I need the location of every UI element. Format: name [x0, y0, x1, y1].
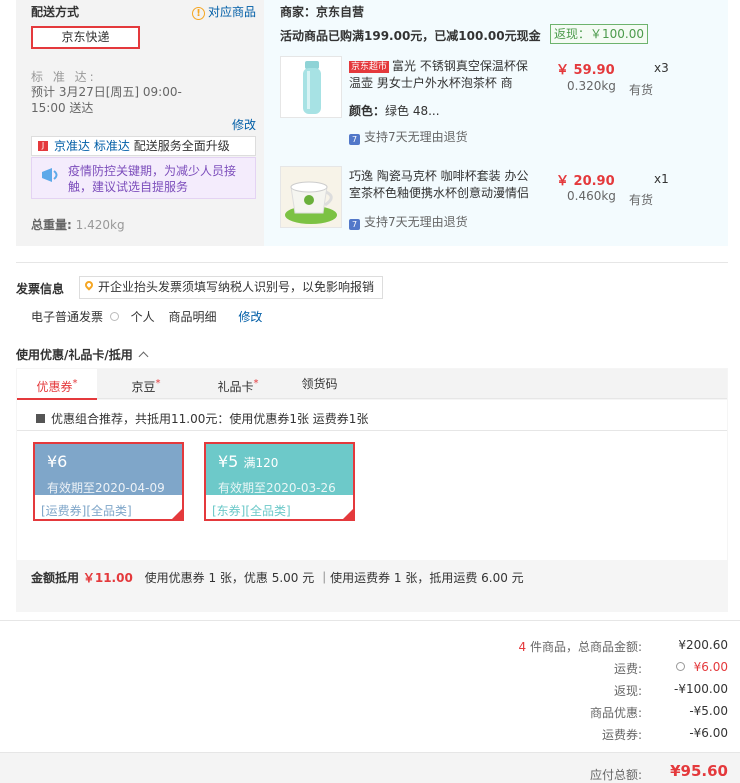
coupon-validity: 有效期至2020-04-09	[47, 481, 165, 495]
tab-gift-card[interactable]: 礼品卡*	[193, 369, 283, 399]
invoice-row: 电子普通发票 个人 商品明细 修改	[31, 308, 262, 325]
coupon-amount: ¥6	[47, 452, 68, 471]
coupon-tabs: 优惠券* 京豆* 礼品卡* 领货码	[17, 369, 727, 400]
coupon-validity: 有效期至2020-03-26	[218, 481, 336, 495]
selected-corner-icon	[171, 508, 183, 520]
return-icon: 7	[349, 219, 360, 230]
rebate-badge: 返现：￥100.00	[550, 24, 648, 44]
epidemic-notice: 疫情防控关键期，为减少人员接触，建议试选自提服务	[31, 157, 256, 199]
coupon-total: 金额抵用 ￥11.00 使用优惠券 1 张，优惠 5.00 元 ｜使用运费券 1…	[31, 571, 524, 585]
item-stock: 有货	[629, 193, 654, 207]
notice-text: 疫情防控关键期，为减少人员接触，建议试选自提服务	[68, 164, 237, 194]
item-weight: 0.460kg	[567, 189, 616, 203]
rebate-value: -¥100.00	[674, 682, 728, 696]
goods-total: ¥200.60	[678, 638, 728, 652]
location-pin-icon	[83, 279, 95, 291]
megaphone-icon	[42, 168, 58, 182]
promo-text: 活动商品已购满199.00元，已减100.00元现金	[280, 29, 541, 43]
item-price: ￥ 59.90	[556, 63, 615, 78]
coupon-amount: ¥5 满120	[218, 452, 279, 471]
coupon-card[interactable]: ¥5 满120 有效期至2020-03-26 [东券][全品类]	[204, 442, 355, 521]
divider	[16, 262, 728, 263]
item-stock: 有货	[629, 83, 654, 97]
invoice-content: 商品明细	[168, 310, 217, 324]
item-weight: 0.320kg	[567, 79, 616, 93]
tab-redeem-code[interactable]: 领货码	[282, 369, 357, 399]
discount-label: 商品优惠:	[589, 706, 642, 720]
ship-time-label: 标 准 达:	[31, 70, 97, 84]
item-color: 颜色：绿色 48...	[349, 104, 440, 118]
coupon-card[interactable]: ¥6 有效期至2020-04-09 [运费券][全品类]	[33, 442, 184, 521]
return-support: 7 支持7天无理由退货	[349, 128, 468, 145]
total-weight: 总重量: 1.420kg	[31, 218, 125, 232]
jzd-text: 配送服务全面升级	[133, 139, 230, 153]
tab-coupons[interactable]: 优惠券*	[17, 369, 97, 400]
invoice-type: 电子普通发票	[31, 310, 104, 324]
item-thumbnail[interactable]	[280, 56, 342, 118]
freight-coupon-label: 运费券:	[601, 728, 642, 742]
freight-value: ¥6.00	[693, 660, 728, 674]
merchant-label: 商家：京东自营	[280, 5, 365, 19]
mug-image	[281, 167, 341, 227]
coupon-tags: [东券][全品类]	[212, 504, 291, 518]
thermos-image	[303, 61, 321, 114]
selected-corner-icon	[342, 508, 354, 520]
coupon-section-toggle[interactable]: 使用优惠/礼品卡/抵用	[16, 346, 149, 363]
divider	[17, 430, 727, 431]
rebate-label: 返现:	[613, 684, 642, 698]
coupon-tags: [运费券][全品类]	[41, 504, 132, 518]
payable-label: 应付总额:	[589, 768, 642, 782]
coupon-combo[interactable]: 优惠组合推荐，共抵用11.00元：使用优惠券1张 运费券1张	[36, 410, 368, 427]
match-goods-link[interactable]: ! 对应商品	[192, 3, 256, 20]
freight-label: 运费:	[613, 662, 642, 676]
shipping-method-button[interactable]: 京东快递	[31, 26, 140, 49]
checkbox-checked[interactable]	[36, 414, 45, 423]
item-name[interactable]: 京东超市 富光 不锈钢真空保温杯保温壶 男女士户外水杯泡茶杯 商	[349, 58, 534, 92]
invoice-tip: 开企业抬头发票须填写纳税人识别号，以免影响报销	[79, 276, 384, 299]
invoice-edit-link[interactable]: 修改	[238, 310, 262, 324]
goods-count-label: 4 件商品，总商品金额:	[518, 640, 642, 654]
freight-coupon-value: -¥6.00	[689, 726, 728, 740]
jd-supermarket-badge: 京东超市	[349, 61, 390, 73]
tab-jd-beans[interactable]: 京豆*	[111, 369, 181, 399]
item-thumbnail[interactable]	[280, 166, 342, 228]
info-icon	[109, 312, 119, 321]
divider	[0, 620, 740, 621]
chevron-up-icon	[138, 351, 149, 362]
item-name[interactable]: 巧逸 陶瓷马克杯 咖啡杯套装 办公室茶杯色釉便携水杯创意动漫情侣	[349, 168, 534, 202]
discount-value: -¥5.00	[689, 704, 728, 718]
shipping-title: 配送方式	[31, 5, 80, 19]
jzd-link[interactable]: 京准达	[54, 139, 90, 153]
ship-time-value: 预计 3月27日[周五] 09:00-15:00 送达	[31, 85, 182, 115]
item-qty: x3	[654, 61, 669, 75]
item-price: ￥ 20.90	[556, 174, 615, 189]
jd-logo-icon: J	[38, 141, 48, 151]
bzd-link[interactable]: 标准达	[94, 139, 130, 153]
invoice-title: 发票信息	[16, 282, 65, 296]
item-qty: x1	[654, 172, 669, 186]
warning-icon: !	[192, 7, 205, 20]
jzd-banner: J 京准达 标准达 配送服务全面升级	[31, 136, 256, 156]
return-icon: 7	[349, 134, 360, 145]
payable-value: ¥95.60	[670, 762, 728, 780]
return-support: 7 支持7天无理由退货	[349, 213, 468, 230]
invoice-person: 个人	[130, 310, 155, 324]
shipping-edit-link[interactable]: 修改	[232, 116, 256, 133]
